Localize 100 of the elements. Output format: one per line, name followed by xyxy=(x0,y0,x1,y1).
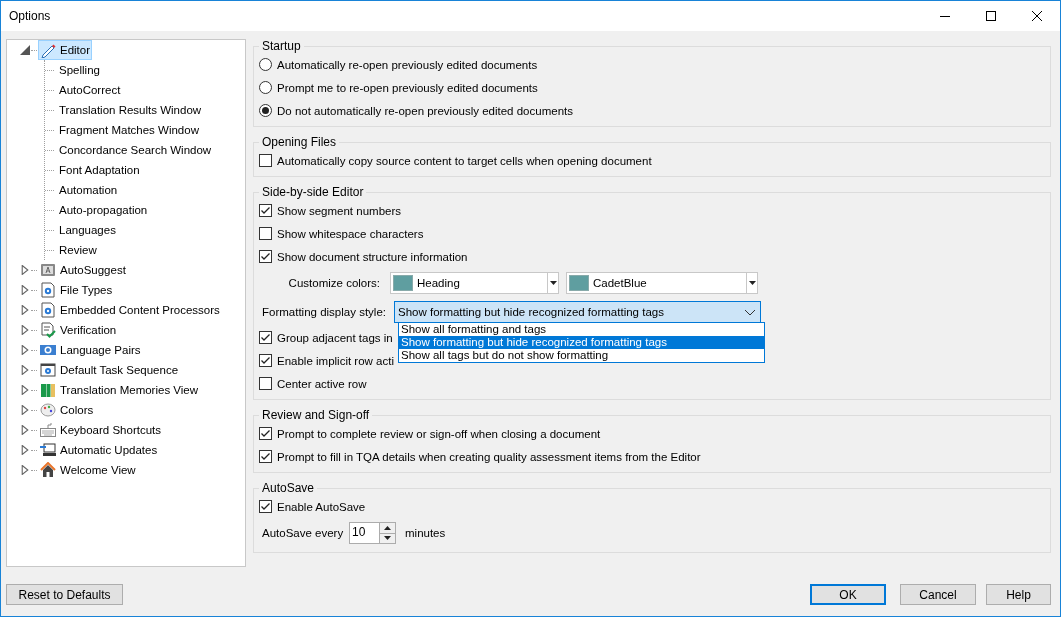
gear-document-icon xyxy=(40,282,56,298)
unit-label: minutes xyxy=(405,527,446,539)
group-title: Opening Files xyxy=(261,135,338,149)
checkbox[interactable] xyxy=(259,500,272,513)
group-title: AutoSave xyxy=(261,481,316,495)
tree-item[interactable]: Keyboard Shortcuts xyxy=(38,420,163,440)
checkbox-label[interactable]: Center active row xyxy=(277,377,367,390)
checkbox[interactable] xyxy=(259,204,272,217)
dropdown-value: Heading xyxy=(417,276,461,289)
dialog-button[interactable]: OK xyxy=(810,584,886,605)
gear-document-icon xyxy=(40,302,56,318)
expand-arrow-icon[interactable] xyxy=(20,445,30,455)
chevron-down-icon[interactable] xyxy=(744,307,756,316)
checkbox[interactable] xyxy=(259,154,272,167)
group-title: Side-by-side Editor xyxy=(261,185,365,199)
checkbox-label[interactable]: Group adjacent tags in xyxy=(277,331,393,344)
checkbox-label[interactable]: Enable implicit row acti xyxy=(277,354,394,367)
field-label: Formatting display style: xyxy=(261,305,387,318)
group-title: Startup xyxy=(261,39,302,53)
expand-arrow-icon[interactable] xyxy=(20,405,30,415)
tree-item[interactable]: Automation xyxy=(57,182,120,198)
dropdown-option[interactable]: Show all formatting and tags xyxy=(399,323,764,336)
expand-arrow-icon[interactable] xyxy=(20,285,30,295)
checkbox-label[interactable]: Enable AutoSave xyxy=(277,500,366,513)
column-bars-icon xyxy=(40,382,56,398)
checkbox[interactable] xyxy=(259,331,272,344)
checkbox[interactable] xyxy=(259,450,272,463)
radio-label[interactable]: Do not automatically re-open previously edited documents xyxy=(277,104,573,117)
color-dropdown[interactable]: CadetBlue xyxy=(566,271,758,294)
checkbox-label[interactable]: Prompt to complete review or sign-off when closing a document xyxy=(277,427,601,440)
down-arrow-icon[interactable] xyxy=(384,536,391,541)
check-document-icon xyxy=(40,322,56,338)
pencil-icon xyxy=(40,42,56,58)
tree-item[interactable]: Language Pairs xyxy=(38,340,143,360)
field-label: Customize colors: xyxy=(287,276,381,289)
radio-label[interactable]: Prompt me to re-open previously edited documents xyxy=(277,81,538,94)
gear-window-icon xyxy=(40,362,56,378)
close-icon[interactable] xyxy=(1032,11,1042,21)
window-title: Options xyxy=(8,9,52,23)
tree-item[interactable]: Editor xyxy=(38,40,93,60)
tree-item[interactable]: Review xyxy=(57,242,99,258)
expand-arrow-icon[interactable] xyxy=(20,345,30,355)
tree-item[interactable]: Languages xyxy=(57,222,118,238)
tree-item[interactable]: Automatic Updates xyxy=(38,440,160,460)
checkbox[interactable] xyxy=(259,377,272,390)
expand-arrow-icon[interactable] xyxy=(20,305,30,315)
dialog-button[interactable]: Cancel xyxy=(900,584,976,605)
expand-arrow-icon[interactable] xyxy=(20,365,30,375)
checkbox-label[interactable]: Prompt to fill in TQA details when creating quality assessment items from the Editor xyxy=(277,450,701,463)
checkbox-label[interactable]: Automatically copy source content to target cells when opening document xyxy=(277,154,652,167)
expand-arrow-icon[interactable] xyxy=(20,325,30,335)
dropdown-option[interactable]: Show formatting but hide recognized formatting tags xyxy=(399,336,764,349)
checkbox[interactable] xyxy=(259,250,272,263)
checkbox-label[interactable]: Show segment numbers xyxy=(277,204,401,217)
tree-item[interactable]: Default Task Sequence xyxy=(38,360,181,380)
radio-button[interactable] xyxy=(259,81,272,94)
house-icon xyxy=(40,462,56,478)
dropdown-value: CadetBlue xyxy=(593,276,648,289)
number-spinner[interactable]: 10 xyxy=(349,522,396,544)
tree-item[interactable]: Embedded Content Processors xyxy=(38,300,222,320)
dropdown-arrow-icon[interactable] xyxy=(549,280,557,285)
radio-label[interactable]: Automatically re-open previously edited documents xyxy=(277,58,538,71)
checkbox-label[interactable]: Show whitespace characters xyxy=(277,227,424,240)
checkbox[interactable] xyxy=(259,354,272,367)
radio-button[interactable] xyxy=(259,58,272,71)
tree-item[interactable]: Translation Results Window xyxy=(57,102,204,118)
tree-item[interactable]: AutoCorrect xyxy=(57,82,123,98)
expand-arrow-icon[interactable] xyxy=(20,465,30,475)
tree-item[interactable]: Font Adaptation xyxy=(57,162,142,178)
tree-item[interactable]: Spelling xyxy=(57,62,102,78)
expand-arrow-icon[interactable] xyxy=(20,265,30,275)
tree-item[interactable]: Welcome View xyxy=(38,460,138,480)
palette-icon xyxy=(40,402,56,418)
tree-item[interactable]: Auto-propagation xyxy=(57,202,150,218)
tree-item[interactable]: Translation Memories View xyxy=(38,380,201,400)
dropdown-option[interactable]: Show all tags but do not show formatting xyxy=(399,349,764,362)
expand-arrow-icon[interactable] xyxy=(20,385,30,395)
group-title: Review and Sign-off xyxy=(261,408,371,422)
keyboard-icon xyxy=(40,422,56,438)
computer-icon xyxy=(40,442,56,458)
maximize-icon[interactable] xyxy=(986,11,996,21)
tree-item[interactable]: Fragment Matches Window xyxy=(57,122,201,138)
field-label: AutoSave every xyxy=(261,527,345,539)
tree-item[interactable]: Concordance Search Window xyxy=(57,142,214,158)
radio-button[interactable] xyxy=(259,104,272,117)
dialog-button[interactable]: Help xyxy=(986,584,1051,605)
tree-item[interactable]: Verification xyxy=(38,320,119,340)
checkbox-label[interactable]: Show document structure information xyxy=(277,250,468,263)
color-dropdown[interactable]: Heading xyxy=(390,271,559,294)
tree-item[interactable]: File Types xyxy=(38,280,115,300)
up-arrow-icon[interactable] xyxy=(384,525,391,530)
style-dropdown[interactable]: Show formatting but hide recognized formatting tags xyxy=(394,300,761,323)
expand-arrow-icon[interactable] xyxy=(20,425,30,435)
checkbox[interactable] xyxy=(259,427,272,440)
checkbox[interactable] xyxy=(259,227,272,240)
tree-item[interactable]: Colors xyxy=(38,400,96,420)
dropdown-arrow-icon[interactable] xyxy=(748,280,756,285)
collapse-arrow-icon[interactable] xyxy=(20,45,30,55)
tree-item[interactable]: AutoSuggest xyxy=(38,260,128,280)
reset-button[interactable]: Reset to Defaults xyxy=(6,584,123,605)
